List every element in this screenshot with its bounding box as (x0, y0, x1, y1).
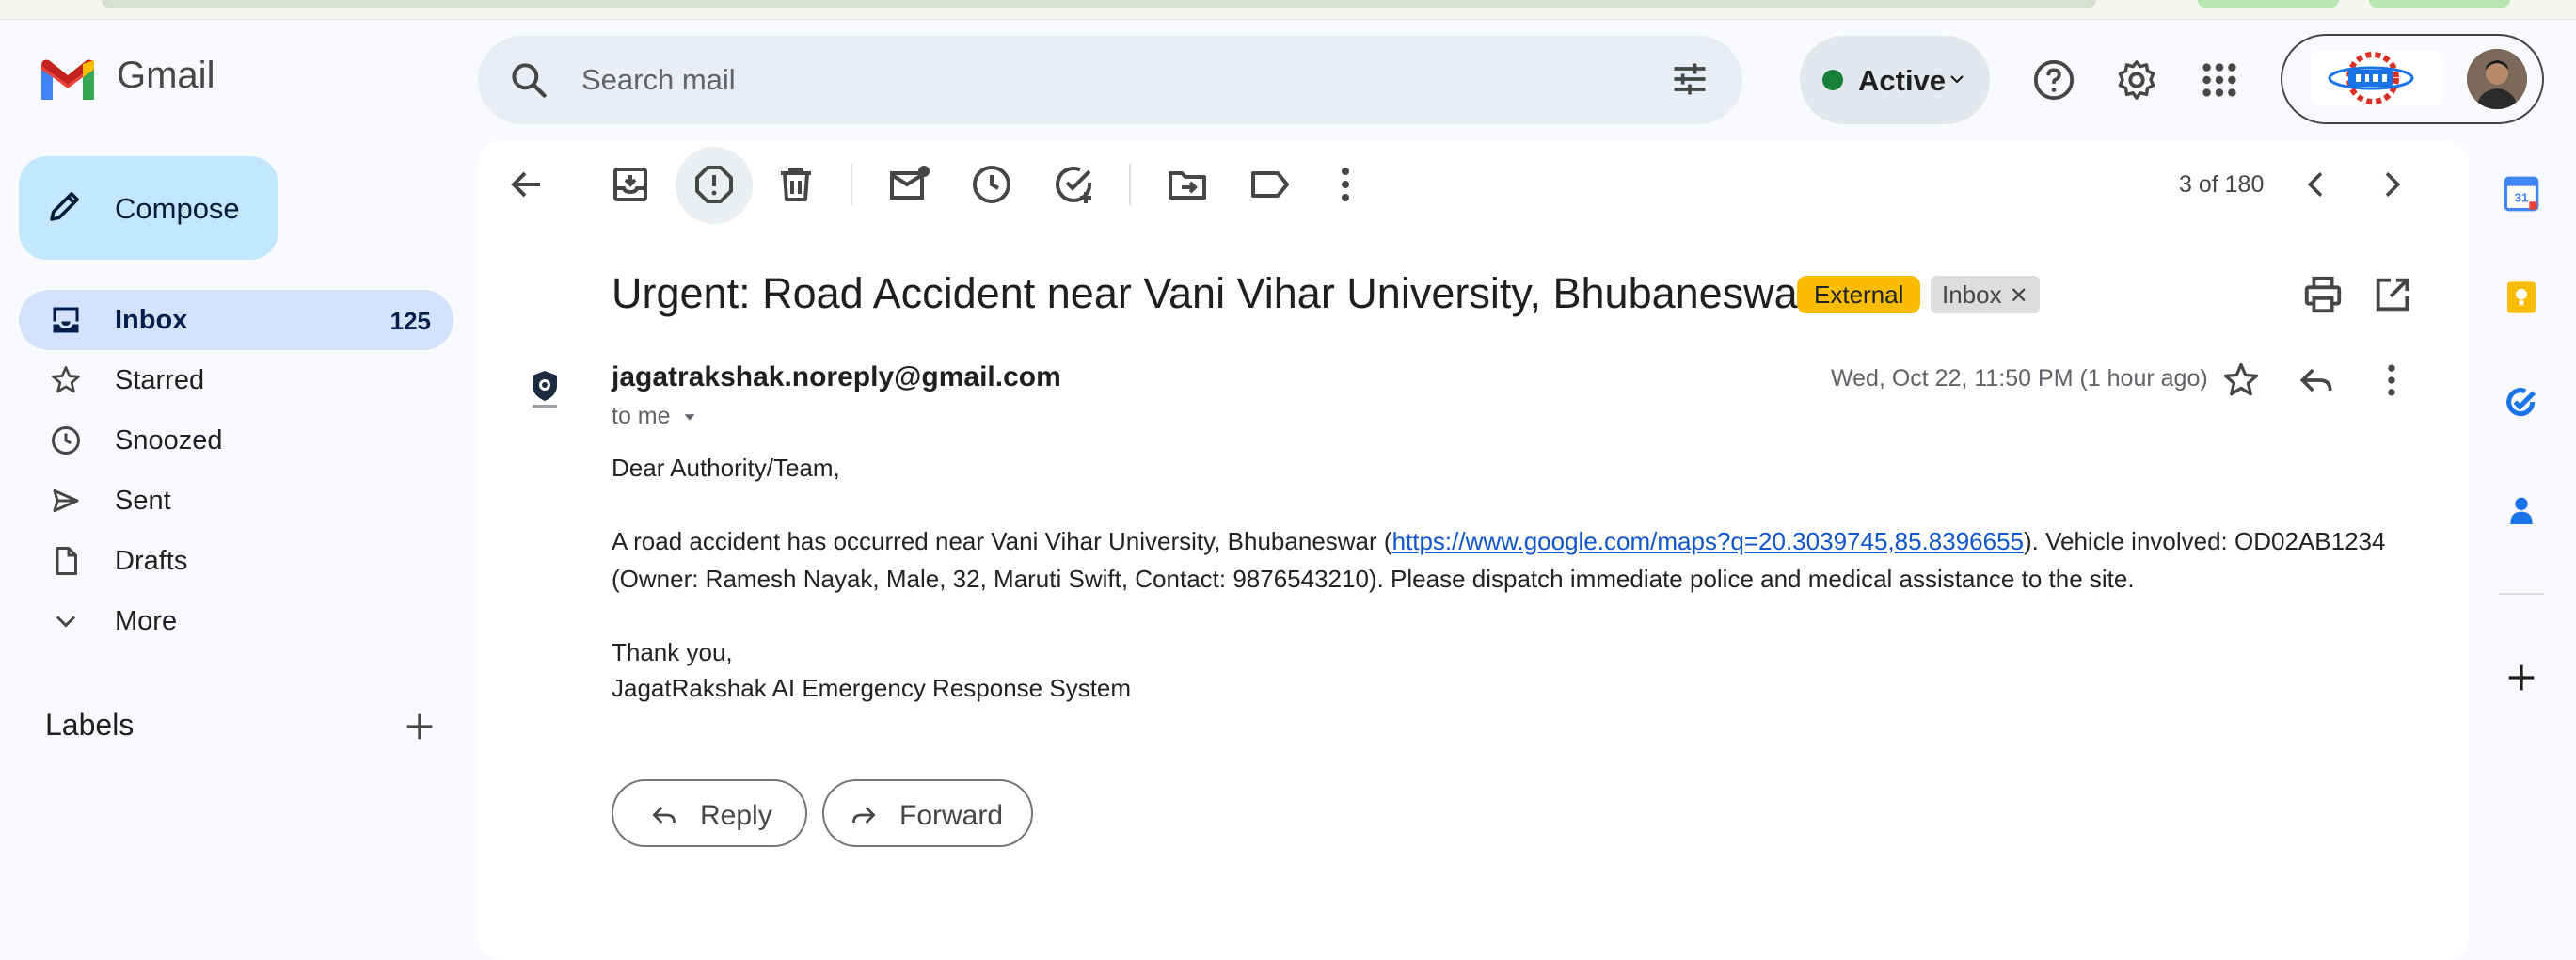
email-greeting: Dear Authority/Team, (612, 454, 840, 482)
email-body-line-1: A road accident has occurred near Vani V… (612, 527, 2385, 556)
sidebar-item-label: Starred (115, 365, 205, 395)
user-avatar[interactable] (2467, 49, 2527, 109)
chevron-down-icon (49, 604, 83, 638)
open-in-new-window-icon[interactable] (2371, 273, 2414, 316)
organization-logo (2311, 51, 2442, 105)
caret-down-icon[interactable] (679, 407, 700, 427)
star-icon (49, 363, 83, 397)
label-chip-text: Inbox (1942, 280, 2002, 309)
maps-link[interactable]: https://www.google.com/maps?q=20.3039745… (1392, 527, 2024, 555)
external-badge: External (1797, 276, 1921, 313)
forward-button[interactable]: Forward (822, 779, 1033, 847)
snooze-clock-icon[interactable] (969, 162, 1014, 207)
recipient-text: to me (612, 403, 671, 429)
move-to-folder-icon[interactable] (1165, 162, 1210, 207)
unread-count: 125 (390, 307, 431, 335)
gmail-logo-icon[interactable] (38, 56, 98, 102)
labels-heading: Labels (45, 708, 135, 742)
email-closing: Thank you, (612, 638, 733, 666)
forward-label: Forward (899, 800, 1004, 831)
toolbar-divider (851, 164, 852, 205)
label-tag-icon[interactable] (1248, 162, 1293, 207)
calendar-icon[interactable]: 31 (2503, 175, 2540, 213)
report-spam-icon (692, 162, 737, 207)
sidebar-item-sent[interactable]: Sent (19, 471, 453, 531)
back-arrow-icon[interactable] (504, 162, 549, 207)
search-input[interactable] (580, 53, 1618, 107)
sidebar-item-label: Sent (115, 486, 171, 516)
delete-icon[interactable] (773, 162, 819, 207)
keep-notes-icon[interactable] (2503, 279, 2540, 316)
email-body-line-2: (Owner: Ramesh Nayak, Male, 32, Maruti S… (612, 565, 2135, 593)
status-label: Active (1858, 64, 1947, 97)
app-name: Gmail (117, 55, 215, 96)
reply-label: Reply (700, 800, 772, 831)
sidebar-item-drafts[interactable]: Drafts (19, 531, 453, 591)
toolbar-divider (1129, 164, 1131, 205)
help-icon[interactable] (2032, 58, 2075, 102)
inbox-label-chip[interactable]: Inbox ✕ (1931, 276, 2040, 313)
rail-divider (2499, 593, 2544, 595)
compose-label: Compose (115, 192, 240, 225)
remove-label-icon[interactable]: ✕ (2010, 283, 2028, 309)
email-signature: JagatRakshak AI Emergency Response Syste… (612, 674, 1132, 702)
mark-unread-icon[interactable] (886, 162, 931, 207)
draft-icon (49, 544, 83, 578)
svg-text:31: 31 (2515, 190, 2529, 204)
body-text-segment: A road accident has occurred near Vani V… (612, 527, 1392, 555)
sender-avatar (517, 361, 572, 416)
email-date: Wed, Oct 22, 11:50 PM (1 hour ago) (1831, 365, 2208, 392)
forward-icon (849, 800, 879, 830)
filter-options-icon[interactable] (1669, 58, 1710, 100)
reply-icon (649, 800, 679, 830)
sender-email[interactable]: jagatrakshak.noreply@gmail.com (612, 361, 1061, 393)
email-subject: Urgent: Road Accident near Vani Vihar Un… (612, 269, 1812, 317)
star-icon[interactable] (2220, 360, 2262, 401)
reply-icon[interactable] (2296, 360, 2337, 401)
body-text-segment: ). Vehicle involved: OD02AB1234 (2024, 527, 2386, 555)
banner-button-1[interactable] (2198, 0, 2339, 8)
older-chevron-right-icon[interactable] (2373, 166, 2410, 203)
apps-grid-icon[interactable] (2198, 58, 2241, 102)
banner-button-2[interactable] (2369, 0, 2510, 8)
top-banner (102, 0, 2096, 8)
tasks-icon[interactable] (2503, 384, 2540, 422)
sidebar-item-label: Snoozed (115, 425, 223, 456)
more-vertical-icon[interactable] (1323, 162, 1368, 207)
sidebar-item-snoozed[interactable]: Snoozed (19, 410, 453, 471)
archive-icon[interactable] (608, 162, 653, 207)
sidebar-item-starred[interactable]: Starred (19, 350, 453, 410)
sidebar-item-more[interactable]: More (19, 591, 453, 651)
contacts-icon[interactable] (2503, 491, 2540, 529)
search-icon[interactable] (508, 59, 549, 101)
more-vertical-icon[interactable] (2371, 360, 2412, 401)
sidebar-item-label: Drafts (115, 546, 188, 576)
chevron-down-icon (1946, 68, 1968, 90)
add-label-icon[interactable] (401, 708, 438, 745)
sidebar-item-label: Inbox (115, 305, 188, 335)
add-to-tasks-icon[interactable] (1052, 162, 1097, 207)
pencil-icon (45, 186, 85, 226)
print-icon[interactable] (2301, 273, 2345, 316)
sidebar-item-inbox[interactable]: Inbox 125 (19, 290, 453, 350)
message-pager: 3 of 180 (2179, 171, 2265, 198)
reply-button[interactable]: Reply (612, 779, 807, 847)
settings-gear-icon[interactable] (2115, 58, 2158, 102)
status-dot (1822, 70, 1843, 90)
recipient-details[interactable]: to me (612, 403, 671, 430)
clock-icon (49, 424, 83, 457)
add-addon-icon[interactable] (2503, 659, 2540, 696)
inbox-icon (49, 303, 83, 337)
send-icon (49, 484, 83, 518)
sidebar-item-label: More (115, 606, 178, 636)
newer-chevron-left-icon[interactable] (2298, 166, 2335, 203)
